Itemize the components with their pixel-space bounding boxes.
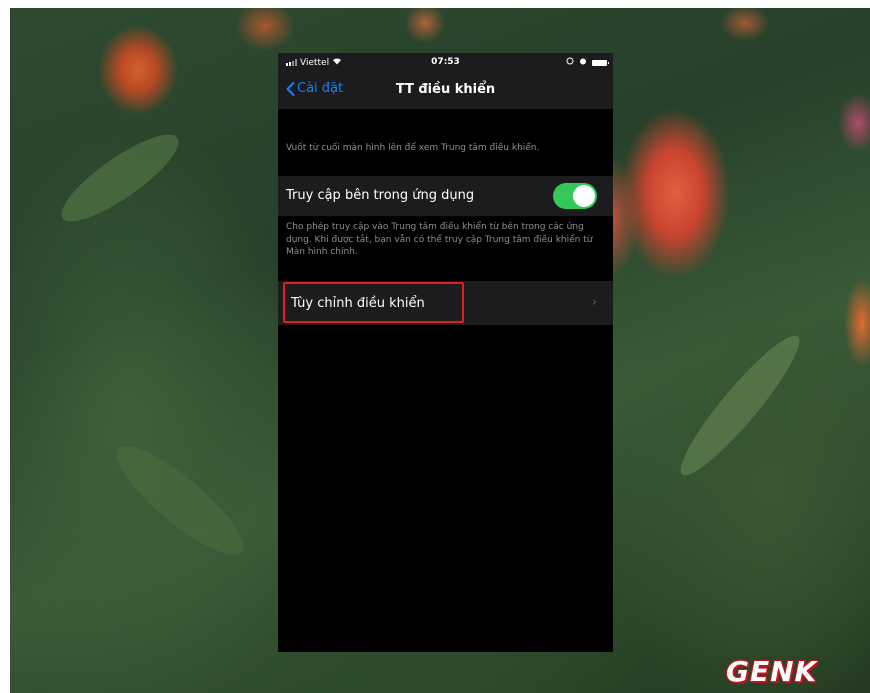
- blurred-leaf: [668, 325, 812, 486]
- navigation-bar: Cài đặt TT điều khiển: [278, 73, 613, 109]
- highlight-box: [283, 282, 464, 323]
- access-in-apps-row: Truy cập bên trong ứng dụng: [278, 176, 613, 216]
- access-in-apps-label: Truy cập bên trong ứng dụng: [286, 188, 475, 203]
- status-indicators: [566, 57, 609, 68]
- genk-logo: GENK: [726, 655, 818, 688]
- blurred-leaf: [51, 121, 189, 235]
- toggle-knob: [573, 185, 595, 207]
- chevron-right-icon: ›: [591, 295, 597, 310]
- blurred-leaf: [104, 431, 256, 570]
- access-in-apps-toggle[interactable]: [553, 183, 597, 209]
- swipe-hint-text: Vuốt từ cuối màn hình lên để xem Trung t…: [286, 143, 540, 153]
- phone-screen: Viettel 07:53 Cài đặt TT điều khiển Vuốt…: [278, 53, 613, 652]
- alarm-icon: [579, 57, 587, 68]
- status-time: 07:53: [431, 57, 460, 67]
- location-icon: [566, 57, 574, 68]
- page-title: TT điều khiển: [395, 82, 496, 97]
- access-description: Cho phép truy cập vào Trung tâm điều khi…: [286, 222, 593, 257]
- battery-icon: [592, 59, 609, 66]
- status-bar: Viettel 07:53: [278, 53, 613, 73]
